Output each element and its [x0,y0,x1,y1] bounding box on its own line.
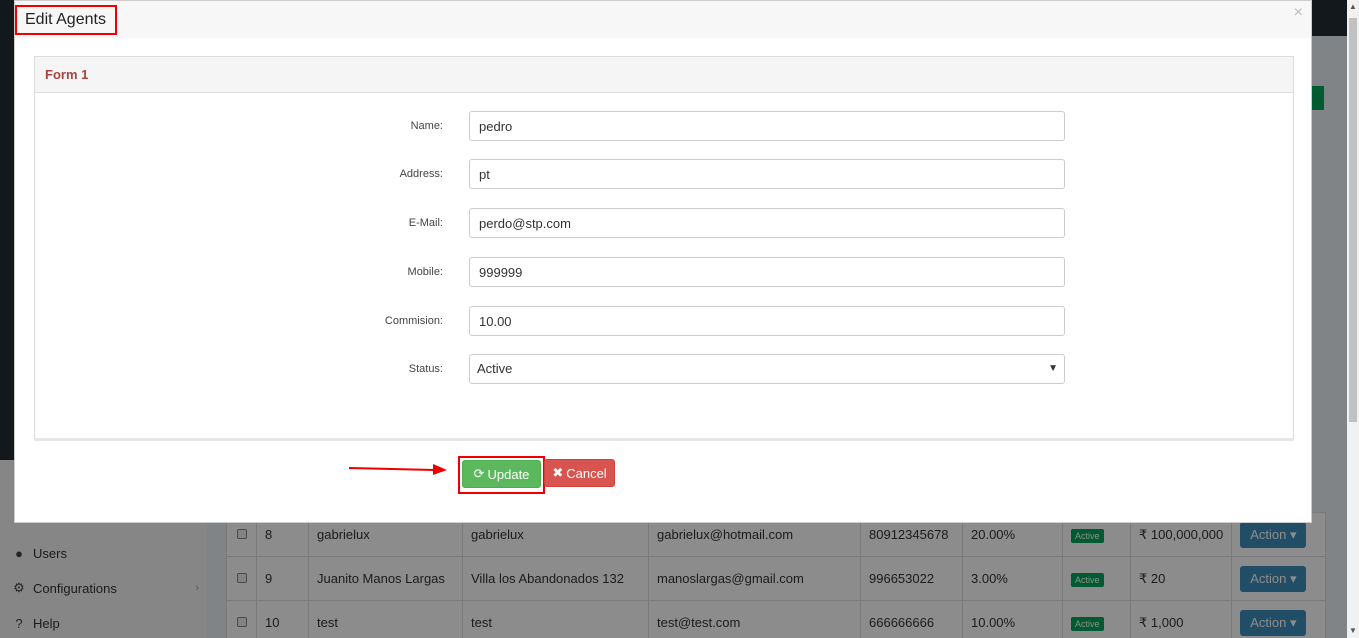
modal-header: Edit Agents × [15,1,1311,38]
modal-title: Edit Agents [15,5,117,35]
scroll-down-icon[interactable]: ▼ [1347,624,1359,638]
name-label: Name: [410,120,443,132]
scroll-up-icon[interactable]: ▲ [1347,0,1359,14]
edit-agents-modal: Edit Agents × Form 1 Name: Address: E-Ma… [14,0,1312,523]
email-input[interactable] [469,208,1065,238]
scrollbar-thumb[interactable] [1349,18,1357,422]
email-label: E-Mail: [408,217,443,229]
caret-down-icon: ▼ [1048,363,1058,374]
arrow-annotation-icon [349,464,447,475]
panel-divider [34,438,1294,441]
form-row-status: Status: Active ▼ [35,354,1295,384]
form-row-mobile: Mobile: [35,257,1295,287]
update-button[interactable]: ⟳ Update [462,460,541,488]
address-input[interactable] [469,159,1065,189]
form-row-email: E-Mail: [35,208,1295,238]
cancel-button[interactable]: ✖ Cancel [544,459,615,487]
address-label: Address: [399,168,443,180]
refresh-icon: ⟳ [473,466,485,481]
close-x-icon: ✖ [552,465,564,480]
form-row-address: Address: [35,159,1295,189]
panel-body: Name: Address: E-Mail: Mobile: Commision… [35,93,1293,439]
page-scrollbar[interactable]: ▲ ▼ [1347,0,1359,638]
cancel-button-label: Cancel [566,465,607,481]
status-selected-value: Active [477,361,513,376]
panel-title: Form 1 [35,57,1293,93]
name-input[interactable] [469,111,1065,141]
close-icon[interactable]: × [1294,5,1303,21]
commision-input[interactable] [469,306,1065,336]
status-select[interactable]: Active ▼ [469,354,1065,384]
form-row-name: Name: [35,111,1295,141]
form-panel: Form 1 Name: Address: E-Mail: Mobile: Co… [34,56,1294,441]
mobile-input[interactable] [469,257,1065,287]
commision-label: Commision: [384,315,443,327]
status-label: Status: [408,363,443,375]
mobile-label: Mobile: [407,266,443,278]
update-button-label: Update [487,466,530,482]
form-row-commision: Commision: [35,306,1295,336]
